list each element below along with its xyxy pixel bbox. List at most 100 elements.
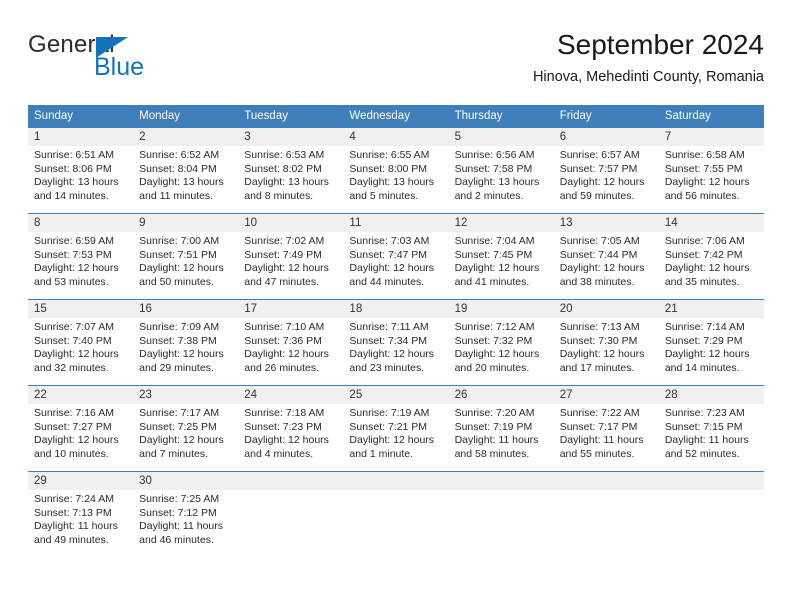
day-cell[interactable]: 21 Sunrise: 7:14 AM Sunset: 7:29 PM Dayl… [658,300,764,385]
day-cell[interactable]: 3 Sunrise: 6:53 AM Sunset: 8:02 PM Dayli… [238,128,344,213]
sunset-text: Sunset: 7:23 PM [244,420,322,433]
day-number: 22 [28,386,134,404]
day-cell[interactable]: 29 Sunrise: 7:24 AM Sunset: 7:13 PM Dayl… [28,472,134,557]
daylight-text-line1: Daylight: 12 hours [139,262,224,275]
day-details: Sunrise: 7:10 AM Sunset: 7:36 PM Dayligh… [238,318,343,375]
daylight-text-line1: Daylight: 13 hours [34,176,119,189]
day-cell[interactable]: 16 Sunrise: 7:09 AM Sunset: 7:38 PM Dayl… [133,300,239,385]
sunrise-text: Sunrise: 7:10 AM [244,321,325,333]
day-cell[interactable]: 12 Sunrise: 7:04 AM Sunset: 7:45 PM Dayl… [448,214,554,299]
daylight-text-line2: and 32 minutes. [34,361,109,374]
day-cell[interactable]: 25 Sunrise: 7:19 AM Sunset: 7:21 PM Dayl… [343,386,449,471]
weekday-friday: Friday [559,110,592,122]
daylight-text-line2: and 46 minutes. [139,533,214,546]
day-cell[interactable]: 22 Sunrise: 7:16 AM Sunset: 7:27 PM Dayl… [28,386,134,471]
day-number: 3 [238,128,344,146]
sunrise-text: Sunrise: 6:56 AM [454,149,535,161]
day-number: 15 [28,300,134,318]
daylight-text-line2: and 11 minutes. [139,189,214,202]
day-cell[interactable]: 15 Sunrise: 7:07 AM Sunset: 7:40 PM Dayl… [28,300,134,385]
day-details: Sunrise: 7:09 AM Sunset: 7:38 PM Dayligh… [133,318,238,375]
day-cell[interactable]: 27 Sunrise: 7:22 AM Sunset: 7:17 PM Dayl… [553,386,659,471]
daylight-text-line1: Daylight: 12 hours [664,262,750,275]
day-details [238,490,343,493]
sunrise-text: Sunrise: 7:12 AM [454,321,535,333]
daylight-text-line2: and 35 minutes. [664,275,740,288]
sunrise-text: Sunrise: 7:05 AM [559,235,640,247]
general-blue-logo: General Blue [28,32,228,84]
day-cell[interactable]: 11 Sunrise: 7:03 AM Sunset: 7:47 PM Dayl… [343,214,449,299]
daylight-text-line1: Daylight: 11 hours [664,434,749,447]
sunset-text: Sunset: 7:53 PM [34,248,112,261]
sunset-text: Sunset: 7:40 PM [34,334,112,347]
day-cell[interactable]: 9 Sunrise: 7:00 AM Sunset: 7:51 PM Dayli… [133,214,239,299]
sunrise-text: Sunrise: 7:14 AM [664,321,745,333]
sunrise-text: Sunrise: 7:22 AM [559,407,640,419]
daylight-text-line1: Daylight: 12 hours [559,348,645,361]
day-cell[interactable]: 8 Sunrise: 6:59 AM Sunset: 7:53 PM Dayli… [28,214,134,299]
day-details: Sunrise: 7:16 AM Sunset: 7:27 PM Dayligh… [28,404,133,461]
sunrise-text: Sunrise: 7:06 AM [664,235,745,247]
daylight-text-line2: and 5 minutes. [349,189,419,202]
daylight-text-line2: and 56 minutes. [664,189,740,202]
day-cell[interactable]: 4 Sunrise: 6:55 AM Sunset: 8:00 PM Dayli… [343,128,449,213]
day-cell[interactable]: 24 Sunrise: 7:18 AM Sunset: 7:23 PM Dayl… [238,386,344,471]
day-number: 27 [553,386,659,404]
day-details: Sunrise: 7:24 AM Sunset: 7:13 PM Dayligh… [28,490,133,547]
day-number: 28 [658,386,764,404]
day-cell[interactable]: 1 Sunrise: 6:51 AM Sunset: 8:06 PM Dayli… [28,128,134,213]
day-cell[interactable]: 23 Sunrise: 7:17 AM Sunset: 7:25 PM Dayl… [133,386,239,471]
day-details: Sunrise: 7:25 AM Sunset: 7:12 PM Dayligh… [133,490,238,547]
weekday-tuesday: Tuesday [244,110,288,122]
day-number: 29 [28,472,134,490]
sunset-text: Sunset: 7:34 PM [349,334,428,347]
day-cell[interactable]: 18 Sunrise: 7:11 AM Sunset: 7:34 PM Dayl… [343,300,449,385]
sunrise-text: Sunrise: 6:51 AM [34,149,114,161]
day-cell-empty [658,472,764,557]
day-cell[interactable]: 30 Sunrise: 7:25 AM Sunset: 7:12 PM Dayl… [133,472,239,557]
day-number: 12 [448,214,554,232]
sunset-text: Sunset: 8:04 PM [139,162,217,175]
daylight-text-line2: and 14 minutes. [34,189,109,202]
daylight-text-line2: and 29 minutes. [139,361,214,374]
day-number: 1 [28,128,134,146]
day-cell[interactable]: 6 Sunrise: 6:57 AM Sunset: 7:57 PM Dayli… [553,128,659,213]
day-details: Sunrise: 7:22 AM Sunset: 7:17 PM Dayligh… [554,404,659,461]
sunset-text: Sunset: 7:55 PM [664,162,743,175]
day-cell[interactable]: 7 Sunrise: 6:58 AM Sunset: 7:55 PM Dayli… [658,128,764,213]
day-cell[interactable]: 20 Sunrise: 7:13 AM Sunset: 7:30 PM Dayl… [553,300,659,385]
daylight-text-line1: Daylight: 12 hours [34,348,119,361]
daylight-text-line1: Daylight: 12 hours [664,348,750,361]
calendar-grid: Sunday Monday Tuesday Wednesday Thursday… [28,105,764,557]
day-number: 14 [658,214,764,232]
day-number: 9 [133,214,239,232]
day-cell[interactable]: 10 Sunrise: 7:02 AM Sunset: 7:49 PM Dayl… [238,214,344,299]
day-cell[interactable]: 28 Sunrise: 7:23 AM Sunset: 7:15 PM Dayl… [658,386,764,471]
day-number: 2 [133,128,239,146]
sunset-text: Sunset: 7:44 PM [559,248,638,261]
day-number: 4 [343,128,449,146]
sunrise-text: Sunrise: 7:02 AM [244,235,325,247]
calendar-page: General Blue September 2024 Hinova, Mehe… [0,0,792,612]
daylight-text-line2: and 2 minutes. [454,189,524,202]
daylight-text-line1: Daylight: 12 hours [34,434,119,447]
day-cell[interactable]: 13 Sunrise: 7:05 AM Sunset: 7:44 PM Dayl… [553,214,659,299]
day-cell[interactable]: 2 Sunrise: 6:52 AM Sunset: 8:04 PM Dayli… [133,128,239,213]
day-details: Sunrise: 7:20 AM Sunset: 7:19 PM Dayligh… [449,404,554,461]
sunrise-text: Sunrise: 7:07 AM [34,321,114,333]
page-header: General Blue September 2024 Hinova, Mehe… [28,28,764,98]
day-cell[interactable]: 26 Sunrise: 7:20 AM Sunset: 7:19 PM Dayl… [448,386,554,471]
daylight-text-line2: and 20 minutes. [454,361,530,374]
day-details: Sunrise: 7:11 AM Sunset: 7:34 PM Dayligh… [343,318,448,375]
day-cell[interactable]: 5 Sunrise: 6:56 AM Sunset: 7:58 PM Dayli… [448,128,554,213]
weekday-sunday: Sunday [34,110,74,122]
daylight-text-line1: Daylight: 11 hours [559,434,644,447]
day-number [343,472,449,490]
day-cell[interactable]: 17 Sunrise: 7:10 AM Sunset: 7:36 PM Dayl… [238,300,344,385]
day-cell[interactable]: 14 Sunrise: 7:06 AM Sunset: 7:42 PM Dayl… [658,214,764,299]
day-cell[interactable]: 19 Sunrise: 7:12 AM Sunset: 7:32 PM Dayl… [448,300,554,385]
day-details: Sunrise: 6:55 AM Sunset: 8:00 PM Dayligh… [343,146,448,203]
sunset-text: Sunset: 7:13 PM [34,506,112,519]
daylight-text-line2: and 50 minutes. [139,275,214,288]
sunset-text: Sunset: 7:58 PM [454,162,533,175]
